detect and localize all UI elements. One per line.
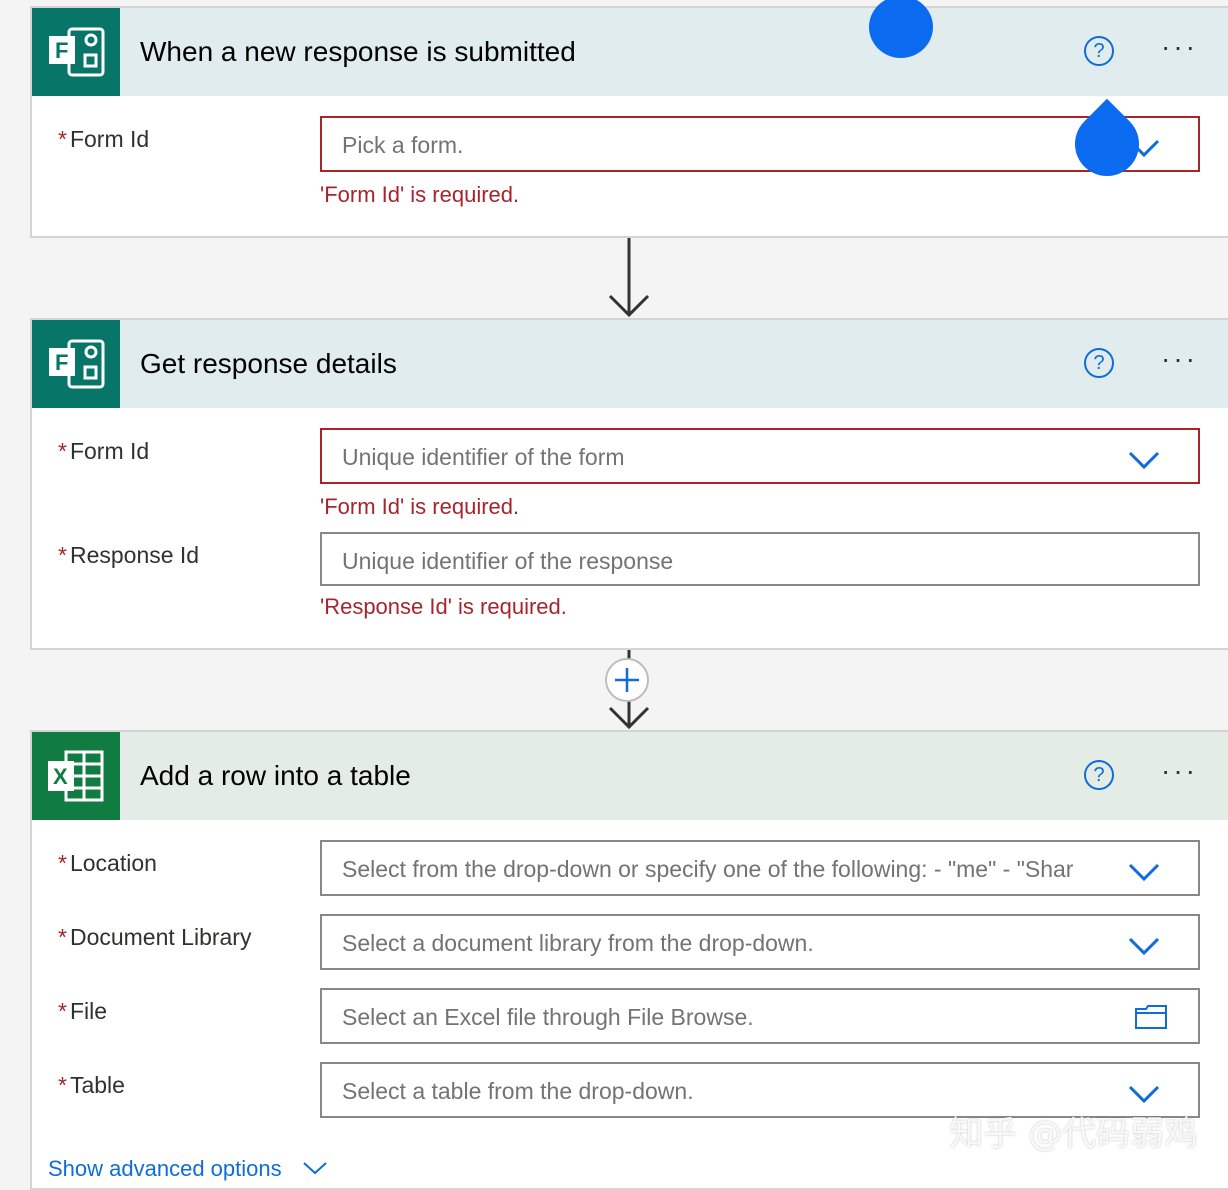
excel-icon: X: [32, 732, 120, 820]
form-id-error: 'Form Id' is required.: [320, 182, 520, 207]
card-title: When a new response is submitted: [140, 36, 576, 67]
form-id-placeholder: Unique identifier of the form: [342, 444, 625, 470]
field-label: Form Id: [69, 438, 150, 464]
required-marker: *: [58, 1072, 67, 1098]
help-icon[interactable]: ?: [1084, 36, 1114, 66]
field-label: File: [69, 998, 108, 1024]
microsoft-forms-icon: F: [32, 320, 120, 408]
add-row-card-header[interactable]: X Add a row into a table ? ···: [32, 732, 1228, 820]
required-marker: *: [58, 924, 67, 950]
insert-step-button[interactable]: [605, 658, 649, 702]
get-response-card: F Get response details ? ··· * Form Id Un…: [30, 318, 1228, 650]
trigger-card: F When a new response is submitted ? ···…: [30, 6, 1228, 238]
more-options-icon[interactable]: ···: [1161, 756, 1198, 786]
show-advanced-options-link[interactable]: Show advanced options: [48, 1156, 328, 1182]
required-marker: *: [58, 438, 67, 464]
get-response-card-header[interactable]: F Get response details ? ···: [32, 320, 1228, 408]
required-marker: *: [58, 542, 67, 568]
required-marker: *: [58, 998, 67, 1024]
location-placeholder: Select from the drop-down or specify one…: [342, 856, 1074, 882]
form-id-dropdown[interactable]: Pick a form.: [320, 116, 1200, 172]
microsoft-forms-icon: F: [32, 8, 120, 96]
svg-text:X: X: [53, 764, 68, 789]
form-id-placeholder: Pick a form.: [342, 132, 464, 158]
file-input[interactable]: Select an Excel file through File Browse…: [320, 988, 1200, 1044]
table-placeholder: Select a table from the drop-down.: [342, 1078, 694, 1104]
form-id-dropdown[interactable]: Unique identifier of the form: [320, 428, 1200, 484]
help-icon[interactable]: ?: [1084, 348, 1114, 378]
flow-connector-arrow: [608, 238, 650, 318]
response-id-error: 'Response Id' is required.: [320, 594, 567, 619]
svg-text:F: F: [55, 38, 68, 63]
chevron-down-icon[interactable]: [1128, 862, 1160, 887]
field-label: Table: [69, 1072, 125, 1098]
document-library-dropdown[interactable]: Select a document library from the drop-…: [320, 914, 1200, 970]
chevron-down-icon: [303, 1162, 327, 1175]
more-options-icon[interactable]: ···: [1161, 32, 1198, 62]
card-title: Get response details: [140, 348, 397, 379]
trigger-card-header[interactable]: F When a new response is submitted ? ···: [32, 8, 1228, 96]
chevron-down-icon[interactable]: [1128, 450, 1160, 475]
location-dropdown[interactable]: Select from the drop-down or specify one…: [320, 840, 1200, 896]
form-id-error: 'Form Id' is required.: [320, 494, 520, 519]
response-id-input[interactable]: Unique identifier of the response: [320, 532, 1200, 586]
chevron-down-icon[interactable]: [1128, 936, 1160, 961]
watermark: 知乎 @代码弱鸡: [949, 1114, 1198, 1154]
plus-icon: [615, 668, 639, 692]
document-library-placeholder: Select a document library from the drop-…: [342, 930, 814, 956]
required-marker: *: [58, 850, 67, 876]
field-label: Response Id: [69, 542, 200, 568]
required-marker: *: [58, 126, 67, 152]
field-label: Document Library: [69, 924, 252, 950]
response-id-placeholder: Unique identifier of the response: [342, 548, 674, 574]
svg-text:F: F: [55, 350, 68, 375]
card-title: Add a row into a table: [140, 760, 411, 791]
more-options-icon[interactable]: ···: [1161, 344, 1198, 374]
help-icon[interactable]: ?: [1084, 760, 1114, 790]
field-label: Form Id: [69, 126, 150, 152]
field-label: Location: [69, 850, 157, 876]
file-placeholder: Select an Excel file through File Browse…: [342, 1004, 754, 1030]
folder-icon[interactable]: [1134, 1004, 1168, 1035]
